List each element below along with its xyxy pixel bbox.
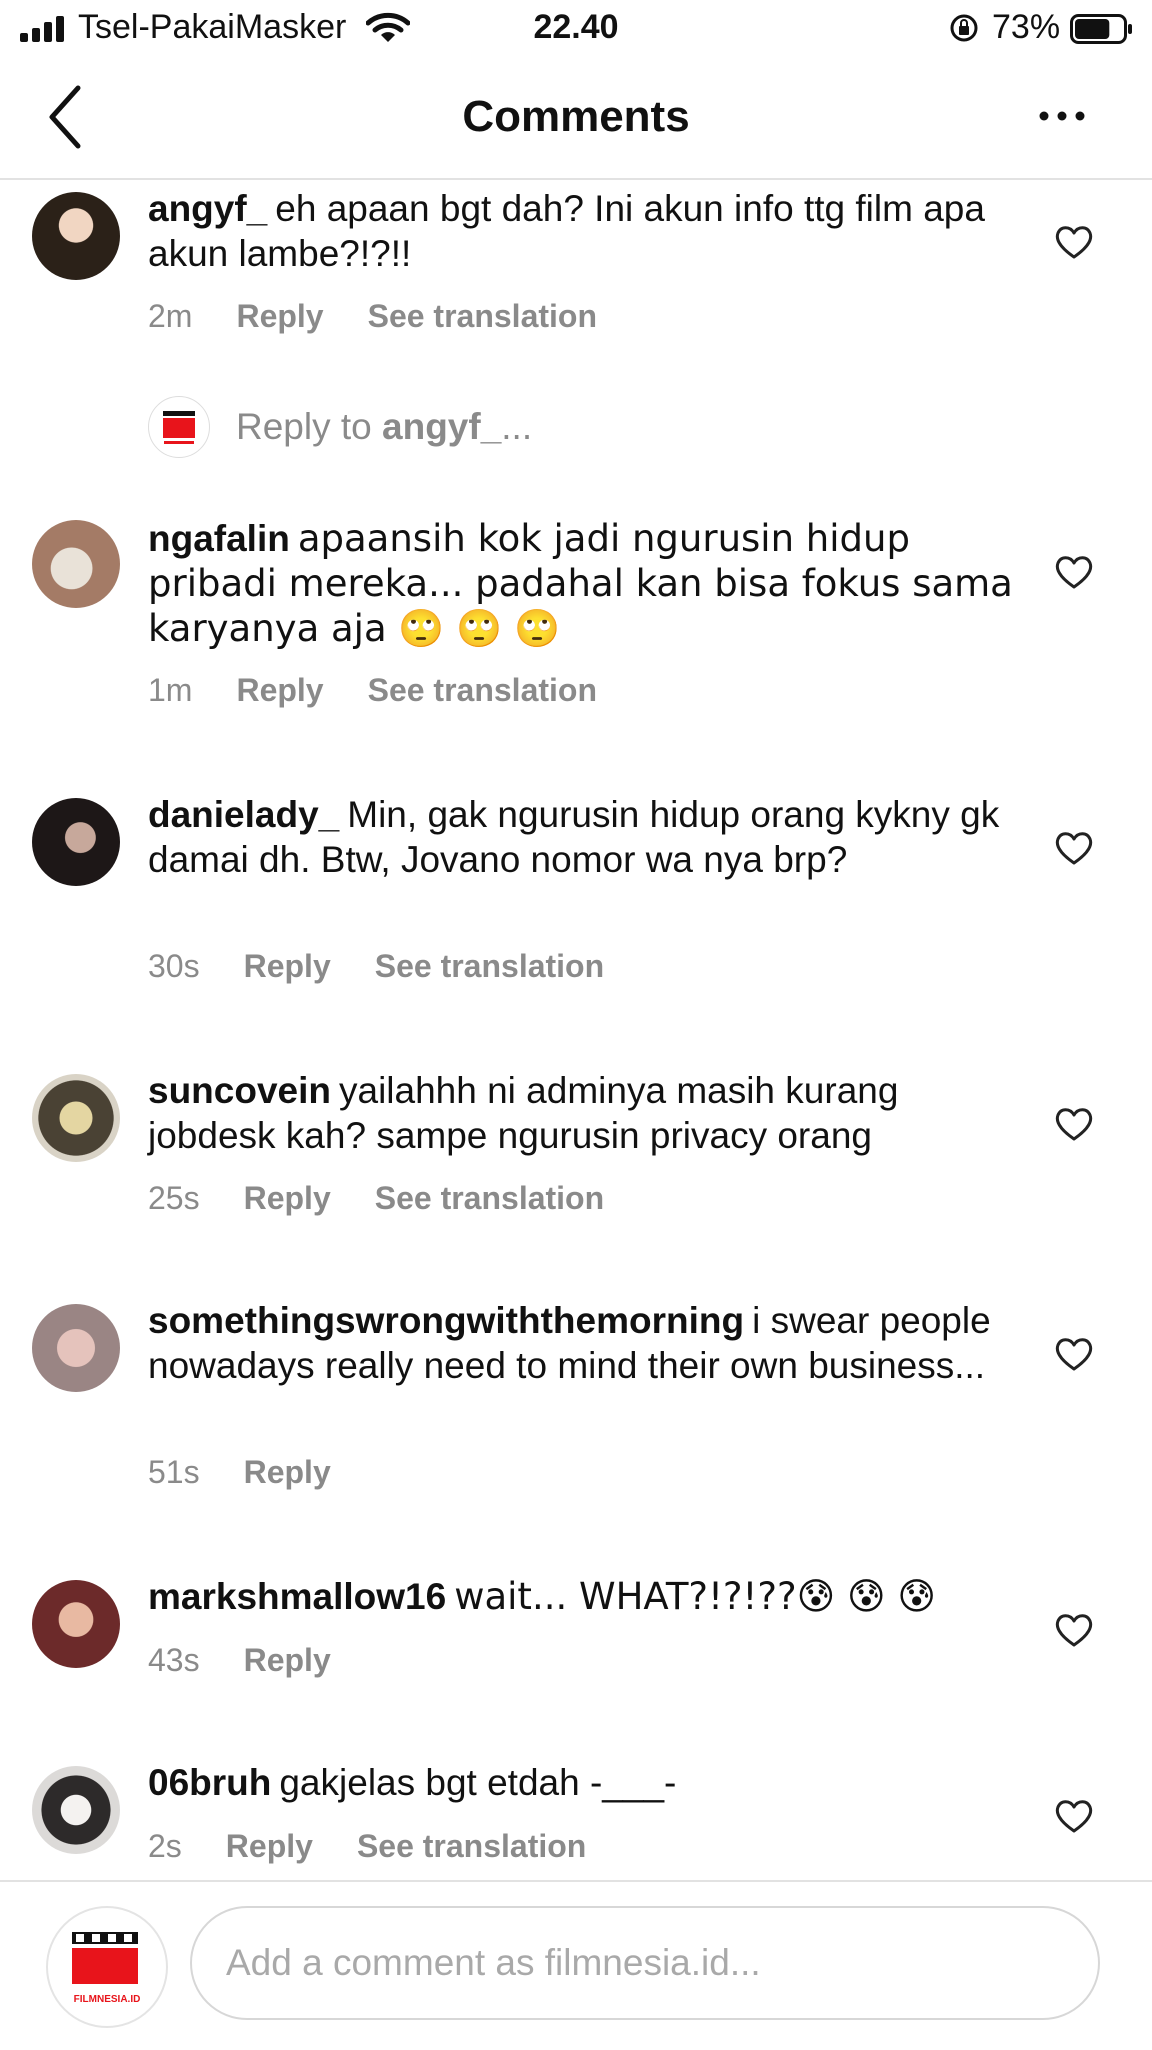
comment-body: suncovein yailahhh ni adminya masih kuran…	[148, 1068, 1018, 1158]
comment-composer: FILMNESIA.ID	[0, 1880, 1152, 2050]
heart-icon[interactable]	[1054, 1336, 1094, 1372]
see-translation-button[interactable]: See translation	[368, 298, 597, 334]
clapperboard-logo-icon: FILMNESIA.ID	[72, 1932, 141, 2005]
comment-time: 2s	[148, 1828, 182, 1864]
comment-time: 51s	[148, 1454, 200, 1490]
heart-icon[interactable]	[1054, 1798, 1094, 1834]
comment-username[interactable]: danielady_	[148, 794, 339, 835]
comment-username[interactable]: ngafalin	[148, 518, 290, 559]
page-title: Comments	[462, 92, 690, 141]
heart-icon[interactable]	[1054, 1106, 1094, 1142]
orientation-lock-icon	[950, 14, 978, 42]
reply-button[interactable]: Reply	[226, 1828, 313, 1864]
comment-meta: 2m Reply See translation	[148, 298, 641, 335]
comment-username[interactable]: angyf_	[148, 188, 267, 229]
reply-button[interactable]: Reply	[244, 1180, 331, 1216]
comment-meta: 1m Reply See translation	[148, 672, 641, 709]
see-translation-button[interactable]: See translation	[357, 1828, 586, 1864]
header: Comments	[0, 70, 1152, 180]
reply-button[interactable]: Reply	[244, 1454, 331, 1490]
comment-body: somethingswrongwiththemorning i swear peo…	[148, 1298, 1018, 1388]
reply-to-text: Reply to angyf_...	[236, 406, 533, 447]
avatar[interactable]	[32, 1766, 120, 1854]
see-translation-button[interactable]: See translation	[375, 948, 604, 984]
comment-body: danielady_ Min, gak ngurusin hidup orang …	[148, 792, 1018, 882]
comment-time: 43s	[148, 1642, 200, 1678]
comment-text: wait... WHAT?!?!??😰 😰 😰	[454, 1575, 936, 1618]
comment-body: 06bruh gakjelas bgt etdah -___-	[148, 1760, 1018, 1805]
reply-button[interactable]: Reply	[244, 948, 331, 984]
heart-icon[interactable]	[1054, 554, 1094, 590]
battery-icon	[1070, 14, 1132, 44]
reply-button[interactable]: Reply	[236, 672, 323, 708]
comment-input[interactable]	[190, 1906, 1100, 2020]
comment-time: 2m	[148, 298, 193, 334]
comment-meta: 25s Reply See translation	[148, 1180, 648, 1217]
avatar[interactable]	[32, 1304, 120, 1392]
more-horizontal-icon[interactable]	[1038, 106, 1086, 126]
battery-percentage: 73%	[992, 8, 1061, 46]
comment-body: angyf_ eh apaan bgt dah? Ini akun info tt…	[148, 186, 1018, 276]
comment-username[interactable]: somethingswrongwiththemorning	[148, 1300, 744, 1341]
comment-time: 30s	[148, 948, 200, 984]
comment-username[interactable]: markshmallow16	[148, 1576, 446, 1617]
comment-username[interactable]: 06bruh	[148, 1762, 271, 1803]
avatar[interactable]	[32, 1074, 120, 1162]
avatar	[148, 396, 210, 458]
clapperboard-logo-icon	[163, 411, 195, 444]
heart-icon[interactable]	[1054, 1612, 1094, 1648]
reply-button[interactable]: Reply	[236, 298, 323, 334]
comment-body: markshmallow16 wait... WHAT?!?!??😰 😰 😰	[148, 1574, 1018, 1619]
comment-username[interactable]: suncovein	[148, 1070, 331, 1111]
comment-time: 1m	[148, 672, 193, 708]
comment-text: eh apaan bgt dah? Ini akun info ttg film…	[148, 188, 985, 274]
avatar[interactable]	[32, 798, 120, 886]
avatar: FILMNESIA.ID	[46, 1906, 168, 2028]
heart-icon[interactable]	[1054, 224, 1094, 260]
avatar[interactable]	[32, 520, 120, 608]
comment-meta: 43s Reply	[148, 1642, 375, 1679]
comment-meta: 2s Reply See translation	[148, 1828, 630, 1865]
avatar-logo-text: FILMNESIA.ID	[74, 1994, 141, 2005]
heart-icon[interactable]	[1054, 830, 1094, 866]
comment-meta: 30s Reply See translation	[148, 948, 648, 985]
avatar[interactable]	[32, 1580, 120, 1668]
comment-meta: 51s Reply	[148, 1454, 375, 1491]
avatar[interactable]	[32, 192, 120, 280]
reply-button[interactable]: Reply	[244, 1642, 331, 1678]
comment-time: 25s	[148, 1180, 200, 1216]
see-translation-button[interactable]: See translation	[368, 672, 597, 708]
comment-body: ngafalin apaansih kok jadi ngurusin hidup…	[148, 516, 1018, 651]
comment-text: gakjelas bgt etdah -___-	[279, 1762, 677, 1803]
see-translation-button[interactable]: See translation	[375, 1180, 604, 1216]
status-bar: Tsel-PakaiMasker 22.40 73%	[0, 0, 1152, 60]
